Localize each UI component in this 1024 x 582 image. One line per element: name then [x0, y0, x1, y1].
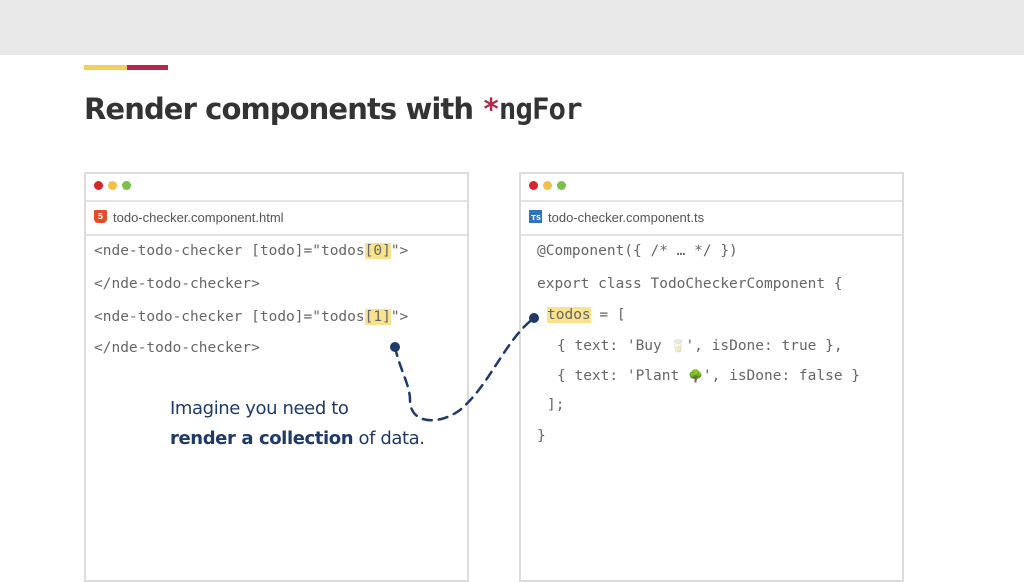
slide-title: Render components with *ngFor: [84, 92, 583, 126]
annotation-bold: render a collection: [170, 428, 354, 449]
code-line: </nde-todo-checker>: [94, 340, 260, 356]
code-text: <nde-todo-checker [todo]="todos: [94, 243, 365, 259]
close-dot[interactable]: [94, 181, 103, 190]
ts-code-window: TS todo-checker.component.ts @Component(…: [519, 172, 904, 582]
annotation-line-2: render a collection of data.: [170, 428, 425, 449]
file-tab[interactable]: 5 todo-checker.component.html: [86, 200, 467, 236]
code-text: ', isDone: false }: [702, 368, 861, 384]
code-line: }: [537, 428, 546, 444]
accent-bar-yellow: [84, 65, 127, 70]
code-line: <nde-todo-checker [todo]="todos[0]">: [94, 243, 408, 259]
maximize-dot[interactable]: [557, 181, 566, 190]
title-text: Render components with: [84, 92, 483, 126]
html5-icon: 5: [94, 210, 107, 223]
code-line: todos = [: [547, 307, 626, 323]
code-text: = [: [590, 307, 626, 323]
minimize-dot[interactable]: [543, 181, 552, 190]
highlighted-index: [0]: [364, 243, 391, 259]
code-line: { text: 'Plant 🌳', isDone: false }: [557, 368, 860, 384]
accent-bar-red: [127, 65, 168, 70]
code-line: ];: [547, 397, 565, 413]
title-code: ngFor: [498, 92, 583, 126]
code-line: { text: 'Buy 🥛', isDone: true },: [557, 338, 843, 354]
typescript-icon: TS: [529, 210, 542, 223]
code-text: { text: 'Plant: [557, 368, 688, 384]
milk-icon: 🥛: [670, 339, 686, 353]
annotation-rest: of data.: [353, 428, 425, 449]
code-text: ', isDone: true },: [685, 338, 843, 354]
code-line: </nde-todo-checker>: [94, 276, 260, 292]
code-text: { text: 'Buy: [557, 338, 671, 354]
code-text: <nde-todo-checker [todo]="todos: [94, 309, 365, 325]
file-tab[interactable]: TS todo-checker.component.ts: [521, 200, 902, 236]
maximize-dot[interactable]: [122, 181, 131, 190]
close-dot[interactable]: [529, 181, 538, 190]
top-bar: [0, 0, 1024, 55]
code-text: ">: [390, 309, 409, 325]
code-line: <nde-todo-checker [todo]="todos[1]">: [94, 309, 408, 325]
file-name: todo-checker.component.html: [113, 210, 284, 225]
code-line: export class TodoCheckerComponent {: [537, 276, 843, 292]
highlighted-identifier: todos: [547, 307, 591, 323]
html-code-window: 5 todo-checker.component.html <nde-todo-…: [84, 172, 469, 582]
annotation-line-1: Imagine you need to: [170, 398, 349, 419]
highlighted-index: [1]: [364, 309, 391, 325]
minimize-dot[interactable]: [108, 181, 117, 190]
title-star: *: [482, 92, 499, 126]
code-line: @Component({ /* … */ }): [537, 243, 738, 259]
code-text: ">: [390, 243, 409, 259]
tree-icon: 🌳: [687, 369, 703, 383]
file-name: todo-checker.component.ts: [548, 210, 705, 225]
